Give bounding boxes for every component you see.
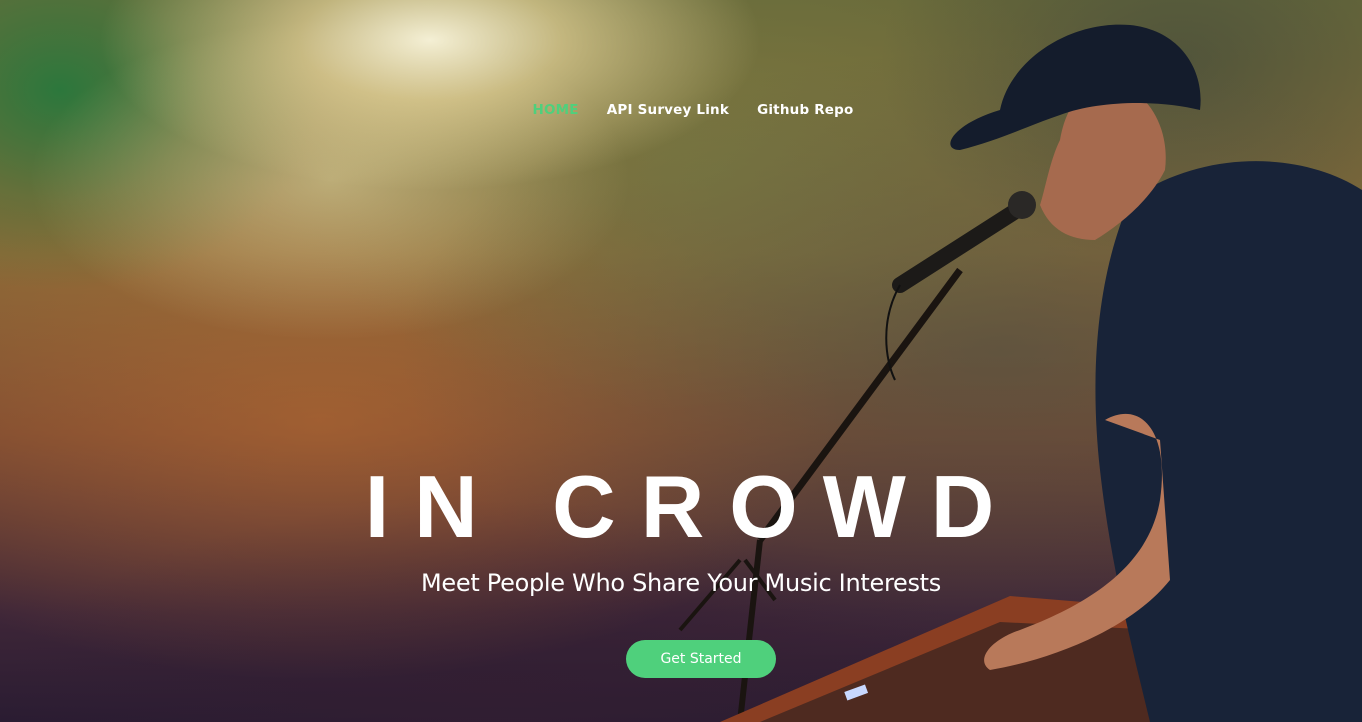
hero-title: IN CROWD bbox=[364, 456, 1020, 556]
microphone bbox=[892, 197, 1033, 293]
get-started-button[interactable]: Get Started bbox=[626, 640, 776, 678]
microphone-head bbox=[1008, 191, 1036, 219]
nav-link-api-survey[interactable]: API Survey Link bbox=[607, 102, 729, 118]
main-nav: HOME API Survey Link Github Repo bbox=[0, 102, 1362, 118]
performer-body bbox=[1095, 161, 1362, 722]
hero-section: HOME API Survey Link Github Repo IN CROW… bbox=[0, 0, 1362, 722]
nav-link-home[interactable]: HOME bbox=[532, 102, 578, 118]
hero-subtitle: Meet People Who Share Your Music Interes… bbox=[421, 569, 941, 597]
nav-link-github-repo[interactable]: Github Repo bbox=[757, 102, 853, 118]
